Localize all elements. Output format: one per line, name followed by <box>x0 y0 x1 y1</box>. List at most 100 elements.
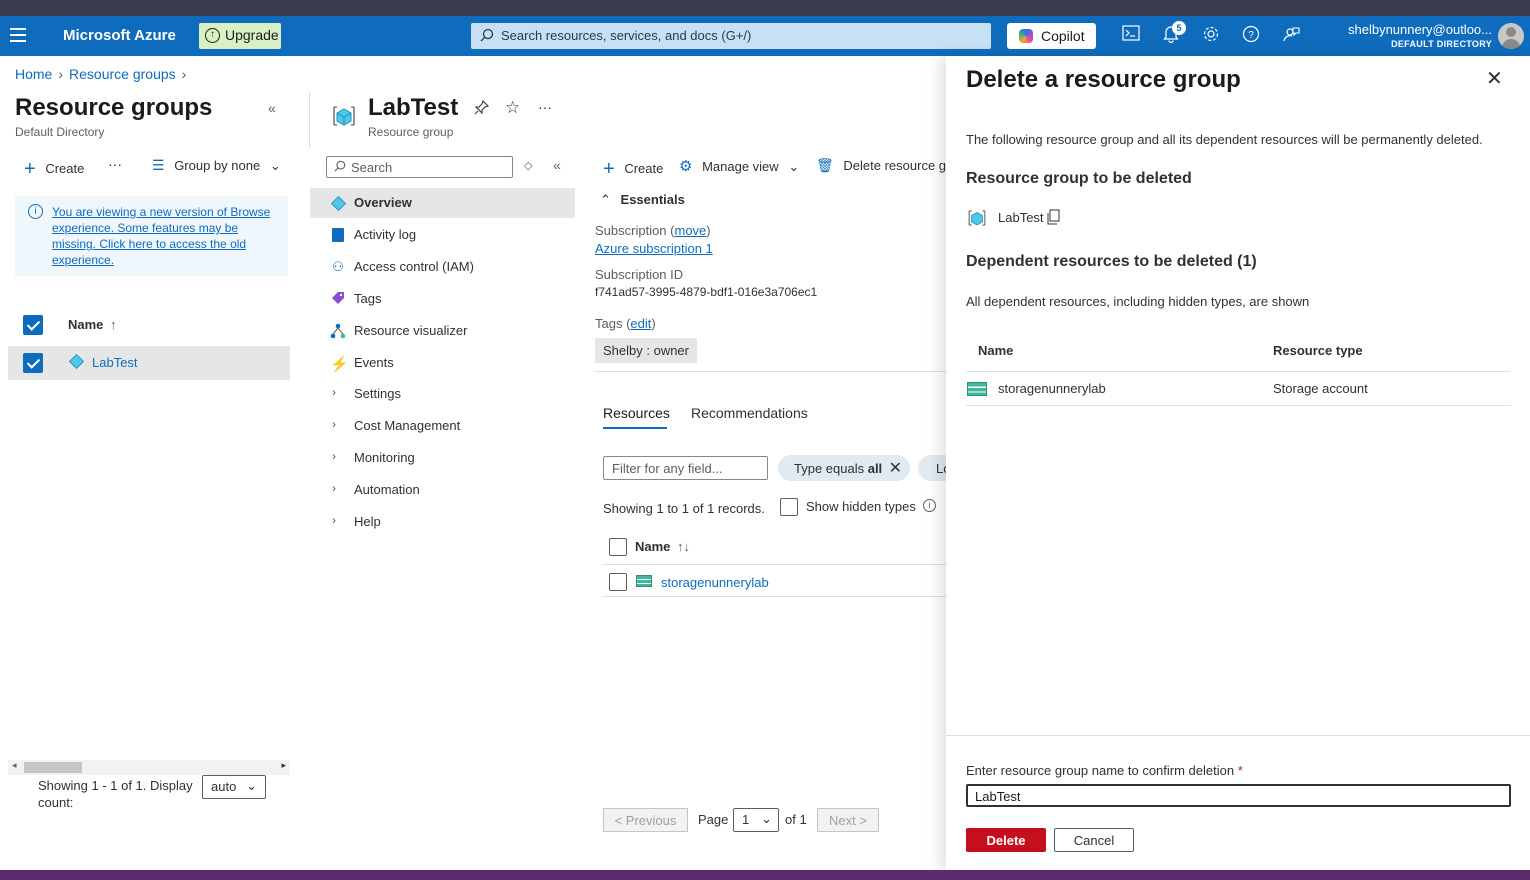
resource-group-link[interactable]: LabTest <box>92 355 138 370</box>
essentials-toggle[interactable]: ⌃ Essentials <box>600 192 685 208</box>
sort-icon: ↑↓ <box>677 539 691 554</box>
nav-tags[interactable]: Tags <box>310 284 575 314</box>
global-search-input[interactable]: Search resources, services, and docs (G+… <box>471 23 991 49</box>
help-icon[interactable]: ? <box>1240 25 1262 47</box>
confirm-name-input[interactable]: LabTest <box>966 784 1511 807</box>
copilot-button[interactable]: Copilot <box>1007 23 1096 49</box>
nav-overview-label: Overview <box>354 195 412 210</box>
page-subtitle: Default Directory <box>15 125 105 139</box>
collapse-menu-icon[interactable]: « <box>553 157 561 173</box>
divider <box>603 564 946 565</box>
breadcrumb-home[interactable]: Home <box>15 66 52 82</box>
create-button[interactable]: + Create <box>24 156 84 180</box>
settings-gear-icon[interactable] <box>1200 25 1222 47</box>
display-count-select[interactable]: auto ⌄ <box>202 775 266 799</box>
select-all-checkbox[interactable] <box>23 315 43 335</box>
cloud-shell-icon[interactable] <box>1120 25 1142 47</box>
page-select[interactable]: 1 ⌄ <box>733 808 779 832</box>
pin-icon[interactable] <box>474 99 490 119</box>
favorite-star-icon[interactable]: ☆ <box>505 98 520 118</box>
panel-footer-divider <box>946 735 1530 736</box>
nav-monitoring-label: Monitoring <box>354 450 415 465</box>
select-all-resources-checkbox[interactable] <box>609 538 627 556</box>
chevron-right-icon: › <box>332 513 336 527</box>
show-hidden-checkbox[interactable] <box>780 498 798 516</box>
row-checkbox[interactable] <box>23 353 43 373</box>
chevron-up-icon: ⌃ <box>600 192 611 207</box>
nav-automation[interactable]: › Automation <box>310 475 575 505</box>
cancel-button[interactable]: Cancel <box>1054 828 1134 852</box>
subscription-move-link[interactable]: move <box>675 223 707 238</box>
toolbar-create-button[interactable]: + Create <box>603 156 663 180</box>
manage-view-label: Manage view <box>702 159 779 174</box>
table-row[interactable] <box>8 346 290 380</box>
more-actions-button[interactable]: ··· <box>108 156 122 172</box>
tab-recommendations[interactable]: Recommendations <box>691 405 808 421</box>
next-page-button[interactable]: Next > <box>817 808 879 832</box>
more-options-icon[interactable]: ··· <box>538 99 552 115</box>
portal-brand[interactable]: Microsoft Azure <box>63 27 176 44</box>
taskbar-strip <box>0 870 1530 880</box>
nav-cost-management[interactable]: › Cost Management <box>310 411 575 441</box>
resource-link[interactable]: storagenunnerylab <box>661 575 769 590</box>
divider <box>595 371 946 372</box>
tag-icon <box>330 291 346 307</box>
resources-name-header[interactable]: Name ↑↓ <box>635 539 690 554</box>
delete-button[interactable]: Delete <box>966 828 1046 852</box>
gear-icon: ⚙ <box>679 158 693 175</box>
breadcrumb: Home › Resource groups › <box>15 66 192 82</box>
name-column-header[interactable]: Name ↑ <box>68 317 117 332</box>
feedback-icon[interactable] <box>1280 25 1302 47</box>
horizontal-scrollbar[interactable]: ◂ ▸ <box>8 760 290 775</box>
type-filter-pill[interactable]: Type equals all ✕ <box>778 455 910 481</box>
account-menu[interactable]: shelbynunnery@outloo... DEFAULT DIRECTOR… <box>1348 22 1492 49</box>
chevron-right-icon: › <box>332 481 336 495</box>
collapse-pane-icon[interactable]: « <box>268 100 276 116</box>
group-by-dropdown[interactable]: ☰ Group by none ⌄ <box>152 157 281 174</box>
subscription-label: Subscription <box>595 223 667 238</box>
nav-monitoring[interactable]: › Monitoring <box>310 443 575 473</box>
delete-resource-group-button[interactable]: 🗑 Delete resource gr <box>816 157 946 174</box>
filter-input[interactable]: Filter for any field... <box>603 456 768 480</box>
tags-label: Tags <box>595 316 623 331</box>
previous-page-button[interactable]: < Previous <box>603 808 688 832</box>
avatar[interactable] <box>1498 23 1524 49</box>
menu-search-input[interactable]: Search <box>326 156 513 178</box>
hamburger-menu-icon[interactable] <box>10 28 26 42</box>
copy-icon[interactable] <box>1046 209 1060 228</box>
close-icon[interactable]: ✕ <box>1486 69 1504 89</box>
nav-events[interactable]: ⚡ Events <box>310 348 575 378</box>
dependent-name-header: Name <box>978 343 1014 358</box>
upgrade-button[interactable]: ↑ Upgrade <box>199 23 281 49</box>
manage-view-button[interactable]: ⚙ Manage view ⌄ <box>679 157 799 175</box>
copilot-icon <box>1019 29 1033 43</box>
nav-overview[interactable]: Overview <box>310 188 575 218</box>
tags-edit-link[interactable]: edit <box>630 316 651 331</box>
sort-icon[interactable]: ◇ <box>524 159 532 172</box>
resource-row-checkbox[interactable] <box>609 573 627 591</box>
old-experience-link[interactable]: You are viewing a new version of Browse … <box>52 205 270 267</box>
nav-cost-management-label: Cost Management <box>354 418 461 433</box>
display-count-value: auto <box>211 779 237 794</box>
info-icon[interactable]: i <box>923 499 936 512</box>
resource-group-cube-icon <box>330 102 358 130</box>
scroll-left-icon[interactable]: ◂ <box>12 760 17 771</box>
sort-asc-icon: ↑ <box>110 317 117 332</box>
scroll-right-icon[interactable]: ▸ <box>281 760 286 771</box>
breadcrumb-resource-groups[interactable]: Resource groups <box>69 66 176 82</box>
nav-settings[interactable]: › Settings <box>310 379 575 409</box>
required-mark: * <box>1237 763 1243 778</box>
nav-help[interactable]: › Help <box>310 507 575 537</box>
tab-resources[interactable]: Resources <box>603 405 670 421</box>
nav-access-control[interactable]: ⚇ Access control (IAM) <box>310 252 575 282</box>
activity-log-icon <box>332 228 344 242</box>
nav-activity-log[interactable]: Activity log <box>310 220 575 250</box>
page-select-value: 1 <box>742 812 750 827</box>
nav-resource-visualizer[interactable]: Resource visualizer <box>310 316 575 346</box>
chevron-right-icon: › <box>332 417 336 431</box>
close-icon[interactable]: ✕ <box>889 458 902 478</box>
browser-tab-strip <box>0 0 1530 16</box>
subscription-link[interactable]: Azure subscription 1 <box>595 241 713 256</box>
dependent-heading: Dependent resources to be deleted (1) <box>966 253 1257 270</box>
scrollbar-thumb[interactable] <box>24 762 82 773</box>
